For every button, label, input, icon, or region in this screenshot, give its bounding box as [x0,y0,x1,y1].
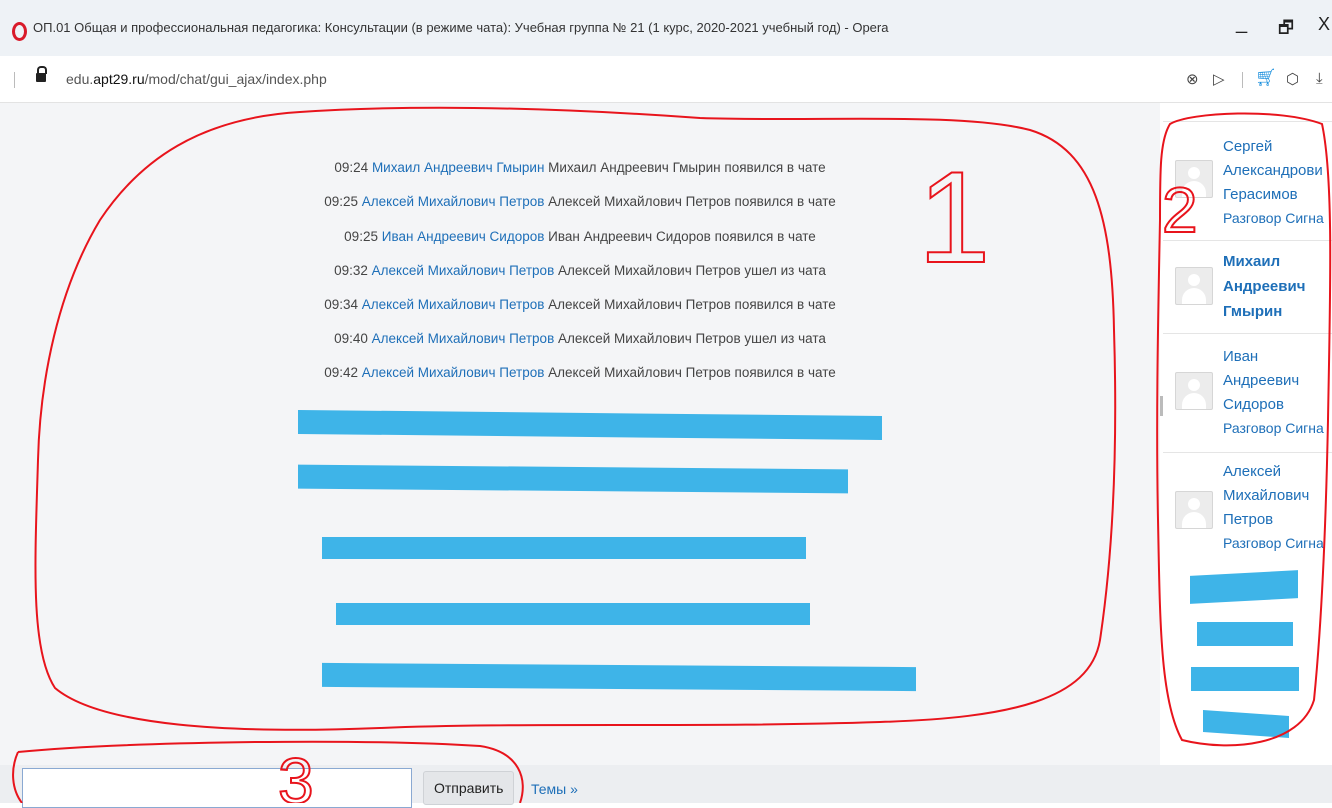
restore-button[interactable]: 🗗 [1278,15,1294,44]
user-list-item[interactable]: Иван Андреевич Сидоров Разговор Сигна [1163,333,1332,452]
message-time: 09:25 [324,194,359,209]
chat-messages-panel: 09:24 Михаил Андреевич Гмырин Михаил Анд… [0,103,1160,765]
message-text: Михаил Андреевич Гмырин появился в чате [548,160,826,175]
redaction-stroke [336,603,810,625]
user-avatar[interactable] [1175,160,1213,198]
redaction-stroke [322,537,806,559]
redaction-stroke [322,662,916,692]
redaction-stroke [298,409,882,441]
beep-link[interactable]: Разговор Сигна [1223,420,1324,436]
cube-icon[interactable]: ⬡ [1286,70,1299,88]
lock-icon[interactable] [36,66,47,82]
message-time: 09:24 [334,160,369,175]
url-domain: apt29.ru [93,71,145,87]
message-time: 09:40 [334,331,368,346]
message-time: 09:25 [344,229,378,244]
message-user-link[interactable]: Алексей Михайлович Петров [362,365,545,380]
chat-message: 09:25 Иван Андреевич Сидоров Иван Андрее… [0,229,1160,244]
cart-icon[interactable]: 🛒︎ [1255,68,1277,88]
message-text: Алексей Михайлович Петров появился в чат… [548,297,836,312]
url-path: /mod/chat/gui_ajax/index.php [144,71,327,87]
user-name-line[interactable]: Михаил [1223,251,1280,273]
user-name-line[interactable]: Петров [1223,509,1273,531]
send-icon[interactable]: ▷ [1213,70,1225,88]
user-list-item[interactable]: Алексей Михайлович Петров Разговор Сигна [1163,452,1332,571]
message-input[interactable] [22,768,412,808]
redaction-stroke [1190,570,1298,604]
beep-link[interactable]: Разговор Сигна [1223,535,1324,551]
user-name-line[interactable]: Алексей [1223,461,1281,483]
redaction-stroke [1203,709,1289,739]
message-input-bar: Отправить Темы » [0,765,1332,808]
message-user-link[interactable]: Алексей Михайлович Петров [362,297,545,312]
user-list-item[interactable]: Сергей Александрови Герасимов Разговор С… [1163,121,1332,240]
user-avatar[interactable] [1175,372,1213,410]
send-button[interactable]: Отправить [423,771,515,805]
message-text: Алексей Михайлович Петров появился в чат… [548,194,836,209]
message-text: Алексей Михайлович Петров ушел из чата [558,263,826,278]
message-user-link[interactable]: Михаил Андреевич Гмырин [372,160,544,175]
user-name-line[interactable]: Андреевич [1223,370,1299,392]
adblock-icon[interactable]: ⊗ [1186,70,1199,88]
close-button[interactable]: X [1318,14,1330,35]
chat-message: 09:32 Алексей Михайлович Петров Алексей … [0,263,1160,278]
user-name-line[interactable]: Иван [1223,346,1258,368]
chat-message: 09:40 Алексей Михайлович Петров Алексей … [0,331,1160,346]
user-avatar[interactable] [1175,267,1213,305]
user-avatar[interactable] [1175,491,1213,529]
url-host: edu. [66,71,94,87]
download-icon[interactable]: ⤓ [1316,70,1323,87]
message-time: 09:32 [334,263,368,278]
user-name-line[interactable]: Александрови [1223,160,1323,182]
message-user-link[interactable]: Алексей Михайлович Петров [362,194,545,209]
divider [14,72,15,88]
user-name-line[interactable]: Герасимов [1223,184,1298,206]
opera-logo-icon [12,22,27,41]
themes-link[interactable]: Темы » [531,781,578,797]
user-name-line[interactable]: Гмырин [1223,301,1282,323]
chat-message: 09:34 Алексей Михайлович Петров Алексей … [0,297,1160,312]
message-user-link[interactable]: Иван Андреевич Сидоров [382,229,545,244]
message-text: Алексей Михайлович Петров ушел из чата [558,331,826,346]
message-text: Алексей Михайлович Петров появился в чат… [548,365,836,380]
redaction-stroke [1191,667,1299,691]
redaction-stroke [298,464,848,494]
title-bar: ОП.01 Общая и профессиональная педагогик… [0,0,1332,56]
url-field[interactable]: edu.apt29.ru/mod/chat/gui_ajax/index.php [66,71,327,87]
redaction-stroke [1197,622,1293,646]
message-time: 09:34 [324,297,359,312]
message-text: Иван Андреевич Сидоров появился в чате [548,229,816,244]
user-name-line[interactable]: Михайлович [1223,485,1309,507]
address-bar: edu.apt29.ru/mod/chat/gui_ajax/index.php… [0,56,1332,103]
user-list-item[interactable]: Михаил Андреевич Гмырин [1163,240,1332,333]
user-name-line[interactable]: Андреевич [1223,276,1305,298]
message-time: 09:42 [324,365,359,380]
user-list-panel: Сергей Александрови Герасимов Разговор С… [1163,103,1332,765]
user-name-line[interactable]: Сергей [1223,136,1272,158]
message-user-link[interactable]: Алексей Михайлович Петров [372,263,555,278]
minimize-button[interactable]: _ [1236,12,1247,35]
chat-message: 09:24 Михаил Андреевич Гмырин Михаил Анд… [0,160,1160,175]
beep-link[interactable]: Разговор Сигна [1223,210,1324,226]
chat-message: 09:42 Алексей Михайлович Петров Алексей … [0,365,1160,380]
user-name-line[interactable]: Сидоров [1223,394,1284,416]
chat-message: 09:25 Алексей Михайлович Петров Алексей … [0,194,1160,209]
window-title: ОП.01 Общая и профессиональная педагогик… [33,20,889,35]
message-user-link[interactable]: Алексей Михайлович Петров [372,331,555,346]
divider [1242,72,1243,88]
